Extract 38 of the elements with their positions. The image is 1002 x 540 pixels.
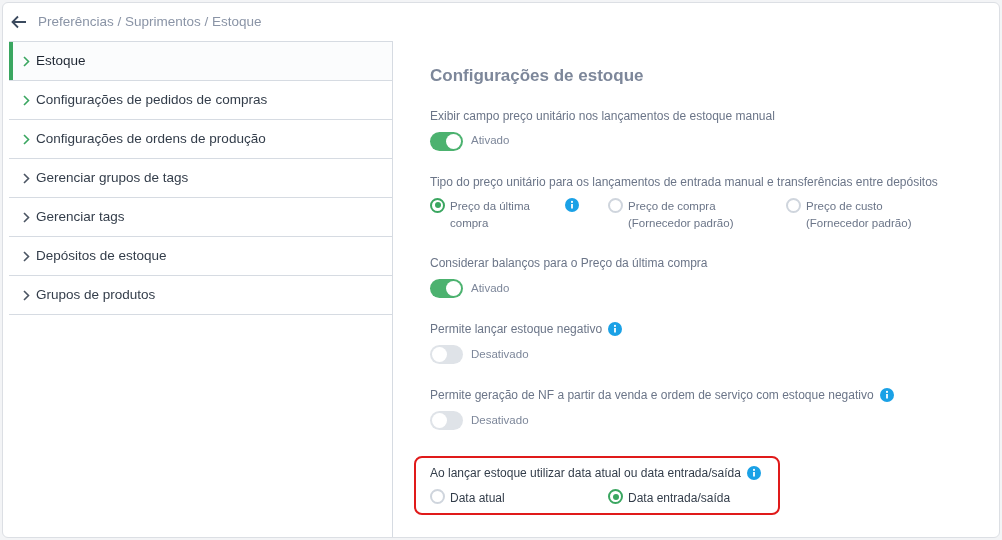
radio-label: Data entrada/saída — [628, 490, 731, 507]
setting-label: Considerar balanços para o Preço da última compra — [430, 255, 708, 272]
radio-label: Preço de compra (Fornecedor padrão) — [628, 198, 735, 231]
setting-label: Ao lançar estoque utilizar data atual ou data entrada/saída — [430, 465, 741, 482]
radio-button[interactable] — [608, 197, 623, 213]
menu-item[interactable]: Configurações de ordens de produção — [9, 120, 392, 159]
toggle-state: Ativado — [471, 280, 510, 296]
info-icon[interactable] — [565, 197, 579, 212]
toggle-state: Desativado — [471, 412, 529, 428]
menu-item[interactable]: Grupos de produtos — [9, 276, 392, 315]
radio-button[interactable] — [430, 489, 445, 504]
toggle-switch[interactable] — [430, 279, 463, 298]
setting-label: Exibir campo preço unitário nos lançamentos de estoque manual — [430, 107, 775, 125]
menu-item[interactable]: Gerenciar grupos de tags — [9, 159, 392, 198]
setting-label: Tipo do preço unitário para os lançamentos de entrada manual e transferências entre depósitos — [430, 173, 938, 191]
menu-item[interactable]: Depósitos de estoque — [9, 237, 392, 276]
toggle-switch[interactable] — [430, 411, 463, 430]
back-arrow-icon[interactable] — [11, 15, 27, 29]
info-icon[interactable] — [879, 388, 894, 402]
radio-label: Data atual — [450, 490, 505, 507]
toggle-switch[interactable] — [430, 345, 463, 364]
menu-item[interactable]: Estoque — [9, 42, 392, 81]
radio-button[interactable] — [430, 197, 445, 213]
menu-item[interactable]: Gerenciar tags — [9, 198, 392, 237]
toggle-state: Ativado — [471, 133, 510, 149]
radio-button[interactable] — [786, 197, 801, 213]
menu-item[interactable]: Configurações de pedidos de compras — [9, 81, 392, 120]
toggle-state: Desativado — [471, 346, 529, 362]
info-icon[interactable] — [608, 322, 623, 336]
radio-label: Preço da última compra — [450, 198, 531, 231]
toggle-switch[interactable] — [430, 131, 463, 151]
radio-label: Preço de custo (Fornecedor padrão) — [806, 198, 913, 231]
setting-label: Permite geração de NF a partir da venda e ordem de serviço com estoque negativo — [430, 387, 874, 404]
radio-button[interactable] — [608, 489, 623, 504]
section-title: Configurações de estoque — [430, 65, 645, 87]
breadcrumb: Preferências / Suprimentos / Estoque — [38, 12, 262, 31]
info-icon[interactable] — [746, 466, 761, 480]
setting-label: Permite lançar estoque negativo — [430, 321, 603, 338]
